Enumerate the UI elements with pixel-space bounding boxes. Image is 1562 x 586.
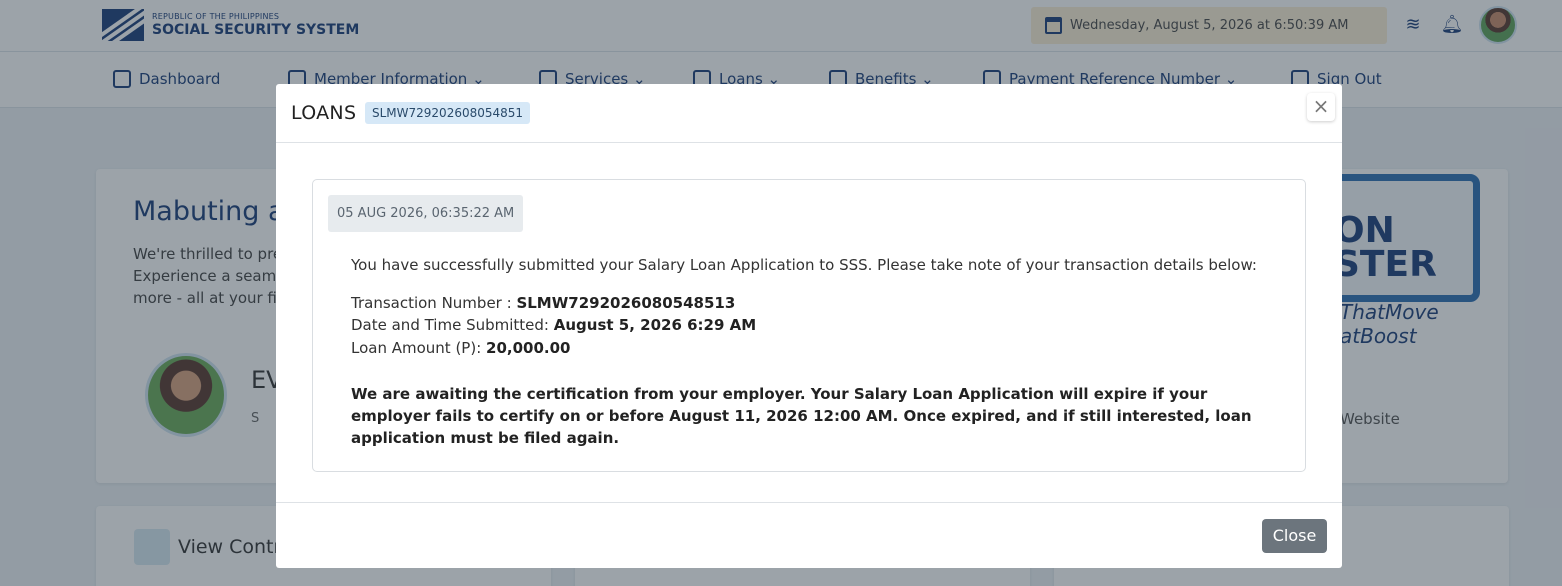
- transaction-number-row: Transaction Number : SLMW729202608054851…: [351, 294, 735, 312]
- loan-amount-label: Loan Amount (P):: [351, 339, 487, 357]
- close-icon[interactable]: ×: [1307, 93, 1335, 121]
- transaction-number-label: Transaction Number :: [351, 294, 517, 312]
- date-submitted-row: Date and Time Submitted: August 5, 2026 …: [351, 316, 756, 334]
- modal-footer: Close: [276, 502, 1342, 568]
- loans-modal: LOANS SLMW729202608054851 × 05 AUG 2026,…: [276, 84, 1342, 568]
- close-button[interactable]: Close: [1262, 519, 1327, 553]
- modal-body: 05 AUG 2026, 06:35:22 AM You have succes…: [276, 143, 1342, 502]
- transaction-badge: SLMW729202608054851: [365, 102, 531, 124]
- employer-certification-notice: We are awaiting the certification from y…: [351, 385, 1252, 447]
- date-submitted-value: August 5, 2026 6:29 AM: [553, 316, 757, 334]
- modal-title: LOANS: [291, 102, 357, 124]
- loan-amount-value: 20,000.00: [486, 339, 571, 357]
- date-submitted-label: Date and Time Submitted:: [351, 316, 554, 334]
- modal-header: LOANS SLMW729202608054851 ×: [276, 84, 1342, 143]
- transaction-card: 05 AUG 2026, 06:35:22 AM You have succes…: [312, 179, 1306, 472]
- success-message: You have successfully submitted your Sal…: [351, 256, 1257, 274]
- loan-amount-row: Loan Amount (P): 20,000.00: [351, 339, 571, 357]
- transaction-number-value: SLMW7292026080548513: [516, 294, 736, 312]
- submission-timestamp: 05 AUG 2026, 06:35:22 AM: [328, 195, 524, 232]
